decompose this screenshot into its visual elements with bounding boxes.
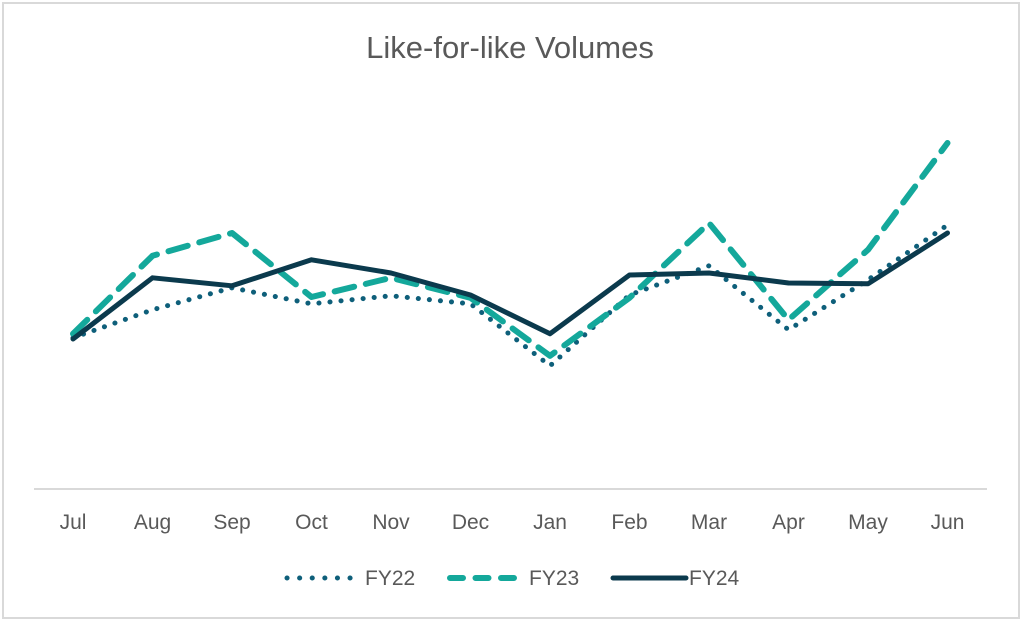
x-tick-label: Oct bbox=[295, 511, 328, 534]
line-chart: Like-for-like Volumes Jul Aug Sep Oct Nov Dec… bbox=[34, 30, 987, 590]
x-tick-label: Apr bbox=[772, 511, 805, 534]
legend-item-fy24: FY24 bbox=[610, 567, 740, 590]
x-tick-label: Feb bbox=[611, 511, 647, 534]
legend-item-fy23: FY23 bbox=[447, 567, 579, 590]
series-line-fy23 bbox=[70, 140, 951, 359]
legend-label-fy24: FY24 bbox=[689, 567, 740, 590]
x-axis-ticks: Jul Aug Sep Oct Nov Dec Jan Feb Mar Apr May Jun bbox=[60, 511, 965, 534]
legend-item-fy22: FY22 bbox=[284, 567, 415, 590]
x-tick-label: Sep bbox=[213, 511, 250, 534]
x-tick-label: May bbox=[848, 511, 888, 534]
series-line-fy24 bbox=[70, 230, 950, 342]
x-tick-label: Aug bbox=[134, 511, 171, 534]
x-tick-label: Jan bbox=[533, 511, 567, 534]
legend: FY22 FY23 FY24 bbox=[284, 567, 740, 590]
x-tick-label: Jul bbox=[60, 511, 87, 534]
legend-label-fy22: FY22 bbox=[365, 567, 415, 590]
x-tick-label: Nov bbox=[372, 511, 410, 534]
legend-label-fy23: FY23 bbox=[529, 567, 579, 590]
series-layer bbox=[70, 140, 951, 369]
chart-title: Like-for-like Volumes bbox=[366, 30, 654, 65]
x-tick-label: Mar bbox=[691, 511, 727, 534]
x-tick-label: Jun bbox=[931, 511, 965, 534]
x-tick-label: Dec bbox=[452, 511, 489, 534]
